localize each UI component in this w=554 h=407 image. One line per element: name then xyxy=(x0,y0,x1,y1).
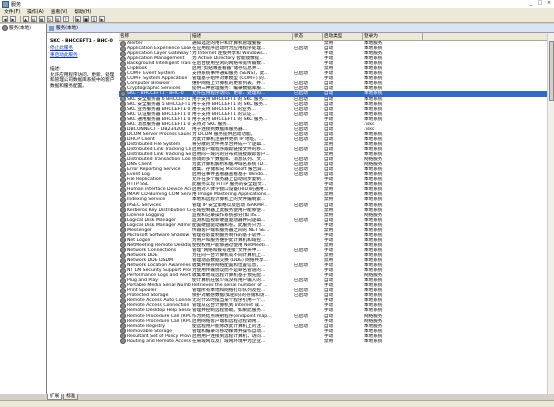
cell-name: Routing and Remote Access xyxy=(119,338,191,344)
show-tree-icon[interactable]: ▤ xyxy=(30,15,37,22)
tree-item-label: 服务(本地) xyxy=(9,26,31,31)
close-button[interactable]: × xyxy=(546,1,552,6)
services-app-icon xyxy=(2,0,9,8)
forward-icon[interactable]: ▶ xyxy=(10,15,16,22)
help-icon[interactable]: ? xyxy=(62,15,69,22)
scrollbar-thumb[interactable] xyxy=(548,41,554,101)
pause-service-icon[interactable]: ‖ xyxy=(91,15,97,22)
up-level-icon[interactable]: ▲ xyxy=(22,15,29,22)
properties-icon[interactable]: ▦ xyxy=(38,15,45,22)
cell-description: 在局域网以及广域网环境中为企业... xyxy=(192,338,266,344)
description-text: 允许应用程序访问、更新、处理和管理公司数据库系统中的客户数据和服务配置。 xyxy=(50,73,115,89)
description-label: 描述: xyxy=(50,67,61,72)
console-tree: 服务(本地) xyxy=(0,24,47,394)
column-header-startup-type[interactable]: 启动类型 xyxy=(323,33,363,40)
toolbar-separator xyxy=(72,15,73,22)
column-header-description[interactable]: 描述 xyxy=(191,33,293,40)
table-body: Alerter 通知选定的用户和计算机管理警报 禁用 本地服务 Application … xyxy=(119,41,554,344)
restart-service-icon[interactable]: ▶ xyxy=(99,15,105,22)
export-list-icon[interactable]: ▥ xyxy=(54,15,61,22)
vertical-scrollbar[interactable] xyxy=(547,33,554,394)
tree-item-services-local[interactable]: 服务(本地) xyxy=(2,25,44,31)
cell-logon-as: 本地系统 xyxy=(364,338,383,344)
selected-service-name: SKC - BHCCEFT1 - BHC-0 xyxy=(50,39,113,44)
table-header: 名称 描述 状态 启动类型 登录为 xyxy=(119,33,554,41)
title-bar: 服务 _ □ × xyxy=(0,0,554,8)
toolbar-separator xyxy=(20,15,21,22)
window-title: 服务 xyxy=(11,1,22,8)
gear-icon xyxy=(2,25,8,31)
toolbar: ◀ ▶ ▲ ▤ ▦ ↻ ▥ ? ▶ ■ ‖ ▶ xyxy=(0,15,554,23)
menu-help[interactable]: 帮助(H) xyxy=(74,8,91,15)
description-pane: SKC - BHCCEFT1 - BHC-0 停止此服务 重启动此服务 描述: … xyxy=(47,33,119,394)
back-icon[interactable]: ◀ xyxy=(2,15,8,22)
menu-bar: 文件(F) 操作(A) 查看(V) 帮助(H) xyxy=(0,8,554,15)
menu-file[interactable]: 文件(F) xyxy=(4,8,20,15)
cell-status xyxy=(293,339,323,344)
cell-startup-type: 禁用 xyxy=(324,338,334,344)
column-header-status[interactable]: 状态 xyxy=(293,33,323,40)
table-row[interactable]: Routing and Remote Access 在局域网以及广域网环境中为企业… xyxy=(119,338,554,344)
gear-icon xyxy=(120,338,126,344)
details-panel: 服务(本地) SKC - BHCCEFT1 - BHC-0 停止此服务 重启动此… xyxy=(47,24,554,394)
menu-view[interactable]: 查看(V) xyxy=(51,8,68,15)
refresh-icon[interactable]: ↻ xyxy=(46,15,53,22)
stop-service-icon[interactable]: ■ xyxy=(83,15,89,22)
panel-banner: 服务(本地) xyxy=(47,24,554,33)
services-banner-icon xyxy=(49,25,54,31)
restart-service-link[interactable]: 重启动此服务 xyxy=(50,52,119,58)
maximize-button[interactable]: □ xyxy=(537,1,543,6)
menu-action[interactable]: 操作(A) xyxy=(27,8,44,15)
minimize-button[interactable]: _ xyxy=(528,1,534,6)
cell-name-text: Routing and Remote Access xyxy=(127,338,191,344)
stop-service-link[interactable]: 停止此服务 xyxy=(50,45,119,51)
services-table: 名称 描述 状态 启动类型 登录为 Alerter 通知选定的用户和计算机管理警报… xyxy=(119,33,554,394)
start-service-icon[interactable]: ▶ xyxy=(75,15,81,22)
banner-title: 服务(本地) xyxy=(56,26,78,31)
column-header-name[interactable]: 名称 xyxy=(119,33,191,40)
column-header-logon-as[interactable]: 登录为 xyxy=(363,33,423,40)
